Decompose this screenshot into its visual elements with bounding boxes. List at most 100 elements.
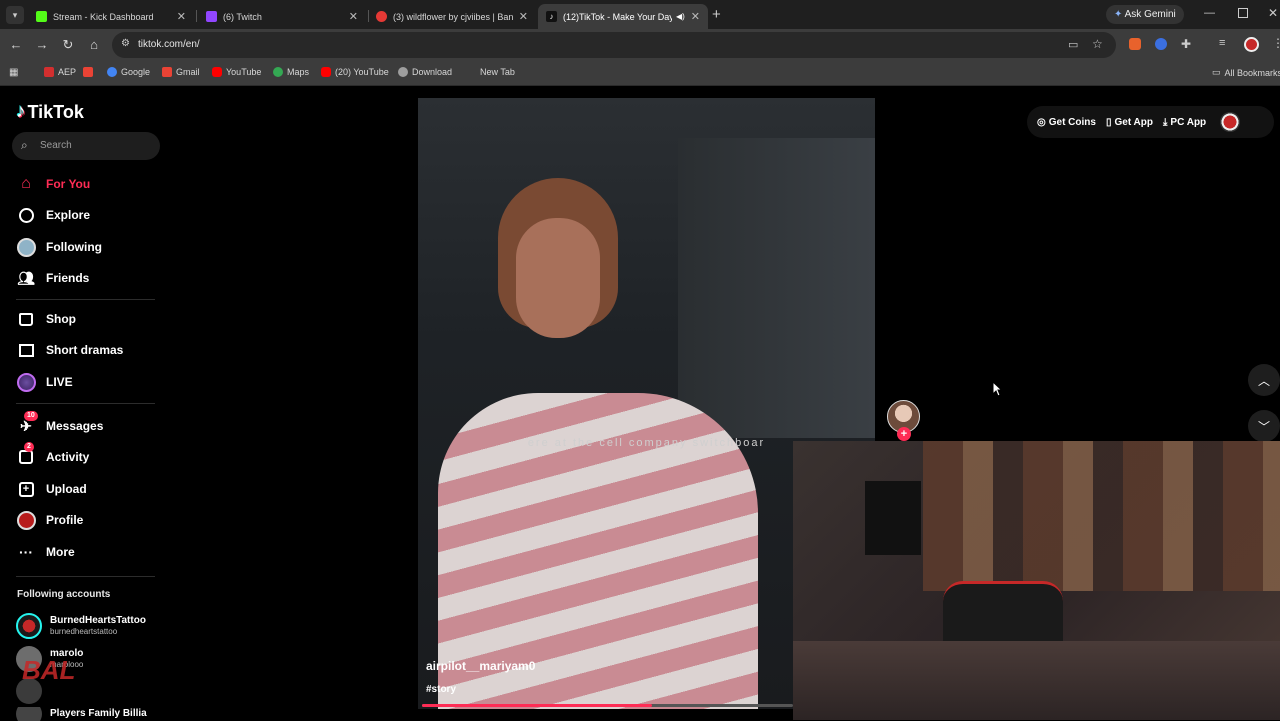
profile-avatar-icon[interactable] bbox=[1244, 37, 1259, 52]
bookmark-gmail[interactable]: Gmail bbox=[162, 67, 200, 77]
search-input[interactable]: ⌕ Search bbox=[12, 132, 160, 160]
mouse-cursor-icon bbox=[992, 381, 1002, 397]
get-coins-label: Get Coins bbox=[1048, 116, 1096, 128]
bookmark-gmail-icon[interactable] bbox=[83, 67, 97, 77]
video-progress-bar[interactable] bbox=[422, 704, 793, 707]
bookmark-label: New Tab bbox=[480, 67, 515, 77]
video-hashtag[interactable]: #story bbox=[426, 684, 456, 695]
tab-title: (12)TikTok - Make Your Day bbox=[563, 11, 672, 22]
bookmark-label: Google bbox=[121, 67, 151, 77]
tiktok-logo[interactable]: ♪ TikTok bbox=[16, 101, 84, 123]
speaker-icon[interactable]: ◀) bbox=[676, 12, 685, 21]
following-account[interactable]: BurnedHeartsTattoo burnedheartstattoo bbox=[16, 612, 146, 640]
bookmark-youtube-20[interactable]: (20) YouTube bbox=[321, 67, 389, 77]
close-icon[interactable]: ✕ bbox=[349, 10, 358, 23]
tab-tiktok[interactable]: ♪ (12)TikTok - Make Your Day ◀) ✕ bbox=[538, 4, 708, 29]
messages-icon: ✈ 10 bbox=[16, 411, 38, 436]
close-icon[interactable]: ✕ bbox=[177, 10, 186, 23]
extension-blue-icon[interactable] bbox=[1155, 38, 1167, 50]
cast-icon[interactable]: ▭ bbox=[1068, 38, 1078, 51]
webcam-banner bbox=[865, 481, 921, 555]
search-icon: ⌕ bbox=[21, 138, 28, 152]
nav-shop[interactable]: Shop bbox=[16, 307, 76, 331]
browser-toolbar: ← → ↻ ⌂ ⚙ tiktok.com/en/ ▭ ☆ ✚ ≡ ⋮ bbox=[0, 29, 1280, 61]
nav-label: Short dramas bbox=[46, 343, 124, 357]
bookmark-youtube[interactable]: YouTube bbox=[212, 67, 261, 77]
tab-kick-dashboard[interactable]: Stream - Kick Dashboard ✕ bbox=[28, 4, 194, 29]
nav-more[interactable]: ··· More bbox=[16, 540, 75, 564]
menu-dots-icon[interactable]: ⋮ bbox=[1272, 36, 1280, 50]
minimize-button[interactable]: — bbox=[1204, 7, 1215, 19]
nav-short-dramas[interactable]: Short dramas bbox=[16, 338, 123, 362]
tab-search-button[interactable]: ▾ bbox=[6, 6, 24, 24]
nav-messages[interactable]: ✈ 10 Messages bbox=[16, 411, 103, 438]
video-background-shelf bbox=[678, 138, 875, 438]
compass-icon bbox=[16, 205, 36, 225]
coin-icon: ◎ bbox=[1037, 116, 1046, 128]
nav-label: Upload bbox=[46, 482, 87, 496]
top-actions-bar: ◎ Get Coins ▯ Get App ⤓ PC App bbox=[1027, 106, 1274, 138]
bookmark-maps[interactable]: Maps bbox=[273, 67, 309, 77]
bookmark-download[interactable]: Download bbox=[398, 67, 452, 77]
more-icon: ··· bbox=[19, 544, 33, 560]
nav-live[interactable]: LIVE bbox=[16, 370, 73, 394]
scroll-up-button[interactable]: ︿ bbox=[1248, 364, 1280, 396]
apps-grid-icon[interactable]: ▦ bbox=[9, 67, 18, 78]
nav-upload[interactable]: + Upload bbox=[16, 477, 87, 501]
window-close-button[interactable]: ✕ bbox=[1268, 6, 1278, 20]
bookmark-label: Download bbox=[412, 67, 453, 77]
user-avatar[interactable] bbox=[1220, 112, 1241, 132]
bookmark-new-tab[interactable]: New Tab bbox=[480, 67, 515, 77]
follow-plus-icon[interactable]: + bbox=[897, 427, 911, 441]
close-icon[interactable]: ✕ bbox=[519, 10, 528, 23]
logo-text: TikTok bbox=[27, 101, 84, 122]
bookmark-aep[interactable]: AEP bbox=[44, 67, 76, 77]
close-icon[interactable]: ✕ bbox=[691, 10, 700, 23]
nav-profile[interactable]: Profile bbox=[16, 508, 83, 532]
nav-friends[interactable]: 👥︎ Friends bbox=[16, 266, 89, 290]
media-controls-icon[interactable]: ≡ bbox=[1219, 37, 1225, 49]
bookmark-star-icon[interactable]: ☆ bbox=[1092, 37, 1103, 51]
ask-gemini-button[interactable]: ✦ Ask Gemini bbox=[1106, 5, 1184, 24]
tiktok-favicon-icon: ♪ bbox=[546, 11, 557, 22]
get-coins-button[interactable]: ◎ Get Coins bbox=[1037, 117, 1096, 128]
all-bookmarks[interactable]: ▭ All Bookmarks bbox=[1212, 67, 1280, 78]
nav-explore[interactable]: Explore bbox=[16, 203, 90, 227]
extensions-puzzle-icon[interactable]: ✚ bbox=[1181, 37, 1191, 51]
scroll-down-button[interactable]: ﹀ bbox=[1248, 410, 1280, 442]
new-tab-button[interactable]: + bbox=[712, 6, 721, 23]
bookmark-label: (20) YouTube bbox=[335, 67, 389, 77]
reload-button[interactable]: ↻ bbox=[60, 37, 76, 53]
nav-for-you[interactable]: ⌂ For You bbox=[16, 172, 90, 196]
nav-label: Profile bbox=[46, 513, 84, 527]
extension-fox-icon[interactable] bbox=[1129, 38, 1141, 50]
account-name: BurnedHeartsTattoo bbox=[50, 615, 146, 626]
bookmark-label: Maps bbox=[287, 67, 310, 77]
tab-title: Stream - Kick Dashboard bbox=[53, 11, 154, 22]
nav-activity[interactable]: 2 Activity bbox=[16, 442, 89, 469]
forward-button[interactable]: → bbox=[34, 37, 50, 53]
nav-label: Following bbox=[46, 240, 102, 254]
bookmark-google[interactable]: Google bbox=[107, 67, 150, 77]
messages-badge: 10 bbox=[24, 411, 38, 421]
bookmark-label: YouTube bbox=[226, 67, 262, 77]
tab-twitch[interactable]: (6) Twitch ✕ bbox=[198, 4, 366, 29]
film-icon bbox=[16, 340, 36, 360]
nav-following[interactable]: Following bbox=[16, 235, 102, 259]
back-button[interactable]: ← bbox=[8, 37, 24, 53]
maximize-button[interactable] bbox=[1238, 8, 1248, 18]
get-app-button[interactable]: ▯ Get App bbox=[1106, 117, 1153, 128]
tab-title: (6) Twitch bbox=[223, 11, 262, 22]
pc-app-button[interactable]: ⤓ PC App bbox=[1163, 117, 1206, 128]
home-button[interactable]: ⌂ bbox=[86, 37, 102, 53]
site-info-icon[interactable]: ⚙ bbox=[121, 38, 130, 49]
video-author[interactable]: airpilot__mariyam0 bbox=[426, 659, 535, 673]
tab-bandcamp[interactable]: (3) wildflower by cjviibes | Band ✕ bbox=[368, 4, 536, 29]
address-bar[interactable]: ⚙ tiktok.com/en/ ▭ ☆ bbox=[112, 32, 1116, 58]
nav-label: Shop bbox=[46, 312, 76, 326]
phone-icon: ▯ bbox=[1105, 116, 1112, 128]
following-account[interactable]: Players Family Billia bbox=[16, 707, 147, 721]
tiktok-page: ♪ TikTok ⌕ Search ⌂ For You Explore Foll… bbox=[0, 87, 1280, 721]
account-name: Players Family Billia bbox=[50, 708, 147, 719]
account-handle: burnedheartstattoo bbox=[50, 627, 118, 636]
